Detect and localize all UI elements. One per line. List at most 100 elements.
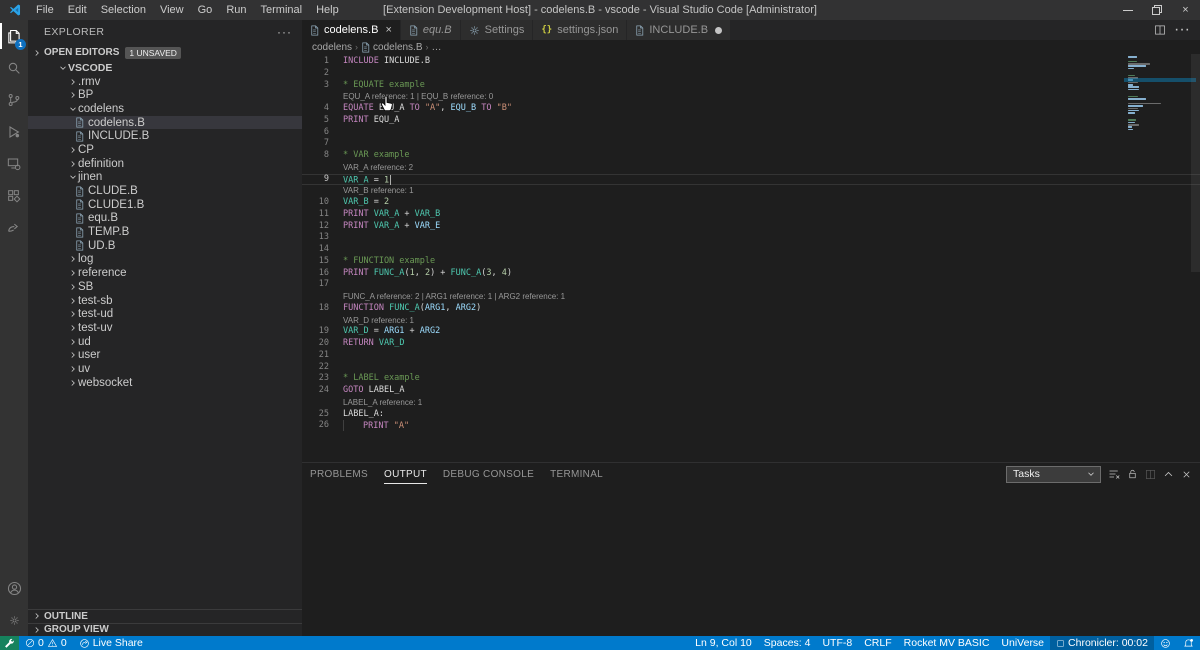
tab-include.b[interactable]: INCLUDE.B: [627, 20, 731, 40]
encoding-status[interactable]: UTF-8: [816, 636, 858, 650]
tree-item-reference[interactable]: reference: [28, 266, 302, 280]
tree-item-test-sb[interactable]: test-sb: [28, 294, 302, 308]
minimap[interactable]: [1128, 56, 1170, 131]
tree-item-.rmv[interactable]: .rmv: [28, 75, 302, 89]
codelens-row[interactable]: LABEL_A reference: 1: [302, 397, 1200, 409]
panel-tab-problems[interactable]: PROBLEMS: [310, 465, 368, 483]
panel-tab-debug-console[interactable]: DEBUG CONSOLE: [443, 465, 534, 483]
activity-account[interactable]: [0, 572, 28, 604]
codelens-row[interactable]: VAR_B reference: 1: [302, 185, 1200, 197]
section-group-view[interactable]: GROUP VIEW: [28, 623, 302, 637]
minimize-button[interactable]: [1113, 0, 1142, 20]
notifications-bell[interactable]: [1177, 636, 1200, 650]
breadcrumb-item[interactable]: codelens.B: [373, 42, 422, 53]
live-share-status[interactable]: Live Share: [73, 636, 149, 650]
section-outline[interactable]: OUTLINE: [28, 609, 302, 623]
code-line-18[interactable]: 18FUNCTION FUNC_A(ARG1, ARG2): [302, 303, 1200, 315]
code-line-9[interactable]: 9VAR_A = 1: [302, 174, 1200, 186]
tree-item-jinen[interactable]: jinen: [28, 171, 302, 185]
split-editor-icon[interactable]: [1154, 24, 1166, 36]
tab-settings[interactable]: Settings: [461, 20, 534, 40]
breadcrumb-item[interactable]: …: [432, 42, 442, 53]
codelens-row[interactable]: FUNC_A reference: 2 | ARG1 reference: 1 …: [302, 291, 1200, 303]
activity-live-share[interactable]: [0, 212, 28, 244]
code-line-17[interactable]: 17: [302, 279, 1200, 291]
split-panel-icon[interactable]: [1145, 469, 1156, 480]
code-line-20[interactable]: 20RETURN VAR_D: [302, 338, 1200, 350]
tree-item-definition[interactable]: definition: [28, 157, 302, 171]
close-button[interactable]: ×: [1171, 0, 1200, 20]
menu-selection[interactable]: Selection: [94, 0, 153, 20]
editor-more-actions-icon[interactable]: ···: [1174, 21, 1190, 39]
indentation-status[interactable]: Spaces: 4: [758, 636, 817, 650]
activity-explorer[interactable]: 1: [0, 20, 28, 52]
code-line-12[interactable]: 12PRINT VAR_A + VAR_E: [302, 221, 1200, 233]
tree-item-uv[interactable]: uv: [28, 362, 302, 376]
tree-item-test-ud[interactable]: test-ud: [28, 307, 302, 321]
breadcrumb-item[interactable]: codelens: [312, 42, 352, 53]
code-line-23[interactable]: 23* LABEL example: [302, 373, 1200, 385]
code-line-19[interactable]: 19VAR_D = ARG1 + ARG2: [302, 326, 1200, 338]
menu-view[interactable]: View: [153, 0, 191, 20]
activity-remote-explorer[interactable]: [0, 148, 28, 180]
code-line-5[interactable]: 5PRINT EQU_A: [302, 115, 1200, 127]
code-line-16[interactable]: 16PRINT FUNC_A(1, 2) + FUNC_A(3, 4): [302, 268, 1200, 280]
code-editor[interactable]: 1INCLUDE INCLUDE.B23* EQUATE exampleEQU_…: [302, 54, 1200, 462]
tree-item-ud[interactable]: ud: [28, 335, 302, 349]
tree-item-codelens[interactable]: codelens: [28, 102, 302, 116]
code-line-8[interactable]: 8* VAR example: [302, 150, 1200, 162]
close-panel-icon[interactable]: [1181, 469, 1192, 480]
codelens-row[interactable]: VAR_A reference: 2: [302, 162, 1200, 174]
code-line-21[interactable]: 21: [302, 350, 1200, 362]
tree-item-sb[interactable]: SB: [28, 280, 302, 294]
tree-item-websocket[interactable]: websocket: [28, 376, 302, 390]
code-line-3[interactable]: 3* EQUATE example: [302, 80, 1200, 92]
code-line-1[interactable]: 1INCLUDE INCLUDE.B: [302, 56, 1200, 68]
tree-item-codelens.b[interactable]: codelens.B: [28, 116, 302, 130]
activity-search[interactable]: [0, 52, 28, 84]
code-line-15[interactable]: 15* FUNCTION example: [302, 256, 1200, 268]
code-line-6[interactable]: 6: [302, 127, 1200, 139]
close-tab-icon[interactable]: ×: [385, 25, 391, 36]
codelens-row[interactable]: VAR_D reference: 1: [302, 315, 1200, 327]
panel-tab-terminal[interactable]: TERMINAL: [550, 465, 603, 483]
code-line-26[interactable]: 26PRINT "A": [302, 420, 1200, 432]
tree-item-cp[interactable]: CP: [28, 143, 302, 157]
editor-scrollbar[interactable]: [1191, 54, 1200, 272]
output-channel-select[interactable]: Tasks: [1006, 466, 1101, 483]
clear-output-icon[interactable]: [1108, 468, 1120, 480]
code-line-7[interactable]: 7: [302, 138, 1200, 150]
server-status[interactable]: UniVerse: [995, 636, 1050, 650]
menu-help[interactable]: Help: [309, 0, 346, 20]
problems-status[interactable]: 0 0: [19, 636, 73, 650]
menu-terminal[interactable]: Terminal: [254, 0, 310, 20]
tree-item-user[interactable]: user: [28, 348, 302, 362]
modified-dot-icon[interactable]: [715, 27, 722, 34]
breadcrumb[interactable]: codelens›codelens.B›…: [302, 40, 1200, 54]
menu-edit[interactable]: Edit: [61, 0, 94, 20]
tree-item-equ.b[interactable]: equ.B: [28, 212, 302, 226]
chronicler-status[interactable]: Chronicler: 00:02: [1050, 636, 1154, 650]
tree-item-temp.b[interactable]: TEMP.B: [28, 225, 302, 239]
activity-settings[interactable]: [0, 604, 28, 636]
code-line-2[interactable]: 2: [302, 68, 1200, 80]
remote-indicator[interactable]: [0, 636, 19, 650]
tree-item-bp[interactable]: BP: [28, 88, 302, 102]
code-line-10[interactable]: 10VAR_B = 2: [302, 197, 1200, 209]
tree-item-vscode[interactable]: VSCODE: [28, 61, 302, 75]
code-line-22[interactable]: 22: [302, 362, 1200, 374]
menu-file[interactable]: File: [29, 0, 61, 20]
menu-go[interactable]: Go: [191, 0, 220, 20]
tab-equ.b[interactable]: equ.B: [401, 20, 461, 40]
tree-item-clude1.b[interactable]: CLUDE1.B: [28, 198, 302, 212]
code-line-25[interactable]: 25LABEL_A:: [302, 409, 1200, 421]
tree-item-include.b[interactable]: INCLUDE.B: [28, 129, 302, 143]
code-line-13[interactable]: 13: [302, 232, 1200, 244]
tab-codelens.b[interactable]: codelens.B ×: [302, 20, 401, 40]
lock-scroll-icon[interactable]: [1127, 468, 1138, 480]
code-line-14[interactable]: 14: [302, 244, 1200, 256]
code-line-11[interactable]: 11PRINT VAR_A + VAR_B: [302, 209, 1200, 221]
codelens-row[interactable]: EQU_A reference: 1 | EQU_B reference: 0: [302, 91, 1200, 103]
cursor-position-status[interactable]: Ln 9, Col 10: [689, 636, 758, 650]
language-mode-status[interactable]: Rocket MV BASIC: [898, 636, 996, 650]
